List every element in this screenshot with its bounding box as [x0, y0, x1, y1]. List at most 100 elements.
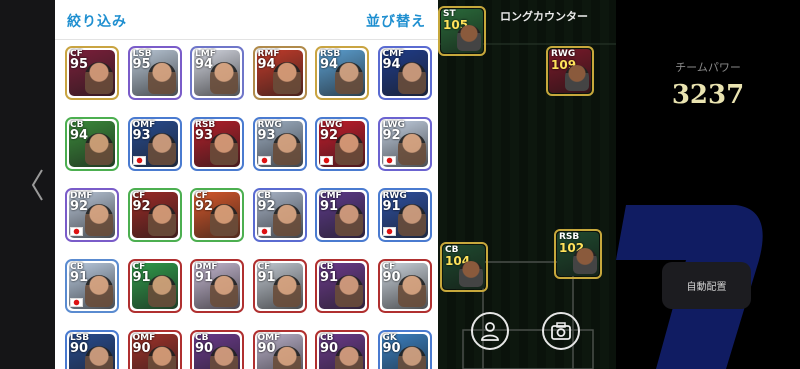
player-card[interactable]: LWG 92: [315, 117, 369, 171]
sort-button[interactable]: 並び替え: [366, 11, 426, 31]
player-portrait: [335, 133, 363, 165]
player-card[interactable]: CMF 94: [377, 46, 432, 100]
player-portrait: [272, 133, 301, 165]
player-portrait: [210, 133, 238, 165]
player-portrait: [335, 275, 363, 307]
player-portrait: [147, 346, 176, 369]
player-card[interactable]: RWG 91: [377, 188, 432, 242]
player-card[interactable]: OMF 90: [252, 330, 307, 369]
player-rating: 91: [382, 199, 401, 214]
player-portrait: [272, 275, 301, 307]
player-portrait: [565, 65, 589, 91]
player-portrait: [85, 133, 113, 165]
player-portrait: [85, 275, 113, 307]
player-portrait: [397, 204, 426, 236]
player-card[interactable]: CF 92: [190, 188, 244, 242]
player-card[interactable]: RSB 93: [190, 117, 244, 171]
player-card[interactable]: RMF 94: [252, 46, 307, 100]
player-portrait: [272, 204, 301, 236]
player-card[interactable]: CB 91: [65, 259, 119, 313]
player-rating: 93: [257, 128, 276, 143]
player-card[interactable]: CF 91: [252, 259, 307, 313]
player-list-panel: 絞り込み 並び替え CF 95 LSB 95 LMF 94 RMF 94 RSB 94 CMF 94 C…: [55, 0, 438, 369]
player-portrait: [210, 62, 238, 94]
player-card[interactable]: OMF 90: [127, 330, 182, 369]
player-rating: 91: [257, 270, 276, 285]
player-card[interactable]: LMF 94: [190, 46, 244, 100]
pitch-player-cb[interactable]: CB 104: [440, 242, 488, 292]
team-info-panel: チームパワー 3237 自動配置: [616, 0, 800, 369]
player-card[interactable]: LSB 95: [127, 46, 182, 100]
player-card[interactable]: RWG 93: [252, 117, 307, 171]
player-portrait: [210, 275, 238, 307]
player-portrait: [397, 133, 426, 165]
player-card[interactable]: CB 90: [190, 330, 244, 369]
chevron-left-icon[interactable]: [30, 168, 44, 202]
player-card[interactable]: CF 95: [65, 46, 119, 100]
left-margin: [0, 0, 55, 369]
player-card[interactable]: CF 91: [127, 259, 182, 313]
player-rating: 90: [257, 341, 276, 356]
japan-flag-icon: [70, 227, 83, 236]
japan-flag-icon: [382, 156, 396, 165]
player-card[interactable]: CMF 91: [315, 188, 369, 242]
pitch-player-rsb[interactable]: RSB 102: [554, 229, 602, 279]
player-rating: 90: [382, 270, 401, 285]
pitch-area: ロングカウンター ST 105 RWG 109 CB 104 RSB 102: [438, 0, 616, 369]
person-icon: [481, 322, 499, 341]
player-card[interactable]: DMF 92: [65, 188, 119, 242]
player-rating: 90: [382, 341, 401, 356]
player-portrait: [335, 62, 363, 94]
player-rating: 91: [132, 270, 151, 285]
player-portrait: [573, 248, 597, 274]
profile-button[interactable]: [471, 312, 509, 350]
player-card[interactable]: OMF 93: [127, 117, 182, 171]
camera-button[interactable]: [542, 312, 580, 350]
player-card[interactable]: DMF 91: [190, 259, 244, 313]
player-rating: 94: [70, 128, 89, 143]
player-rating: 94: [382, 57, 401, 72]
japan-flag-icon: [70, 298, 83, 307]
player-card[interactable]: RSB 94: [315, 46, 369, 100]
player-portrait: [272, 346, 301, 369]
player-portrait: [397, 62, 426, 94]
japan-flag-icon: [132, 156, 146, 165]
player-card[interactable]: CF 92: [127, 188, 182, 242]
player-portrait: [335, 346, 363, 369]
player-card[interactable]: LSB 90: [65, 330, 119, 369]
player-card[interactable]: CB 90: [315, 330, 369, 369]
player-rating: 92: [382, 128, 401, 143]
background-decoration: [616, 205, 763, 369]
player-portrait: [335, 204, 363, 236]
player-rating: 91: [70, 270, 89, 285]
player-card[interactable]: CB 94: [65, 117, 119, 171]
player-portrait: [210, 204, 238, 236]
player-portrait: [272, 62, 301, 94]
player-card[interactable]: CB 92: [252, 188, 307, 242]
camera-icon: [551, 322, 571, 340]
player-rating: 92: [70, 199, 89, 214]
player-rating: 94: [195, 57, 214, 72]
player-card[interactable]: CF 90: [377, 259, 432, 313]
player-rating: 94: [257, 57, 276, 72]
japan-flag-icon: [382, 227, 396, 236]
pitch-player-rwg[interactable]: RWG 109: [546, 46, 594, 96]
player-rating: 95: [132, 57, 151, 72]
player-portrait: [147, 275, 176, 307]
player-rating: 90: [320, 341, 339, 356]
player-portrait: [85, 62, 113, 94]
player-card[interactable]: LWG 92: [377, 117, 432, 171]
player-rating: 93: [132, 128, 151, 143]
player-portrait: [457, 25, 481, 51]
japan-flag-icon: [257, 227, 271, 236]
player-card[interactable]: CB 91: [315, 259, 369, 313]
player-card[interactable]: GK 90: [377, 330, 432, 369]
player-portrait: [85, 346, 113, 369]
player-portrait: [459, 261, 483, 287]
auto-arrange-button[interactable]: 自動配置: [662, 262, 751, 309]
team-power-value: 3237: [671, 80, 745, 110]
pitch-player-st[interactable]: ST 105: [438, 6, 486, 56]
player-portrait: [210, 346, 238, 369]
player-rating: 90: [70, 341, 89, 356]
filter-button[interactable]: 絞り込み: [67, 11, 127, 31]
